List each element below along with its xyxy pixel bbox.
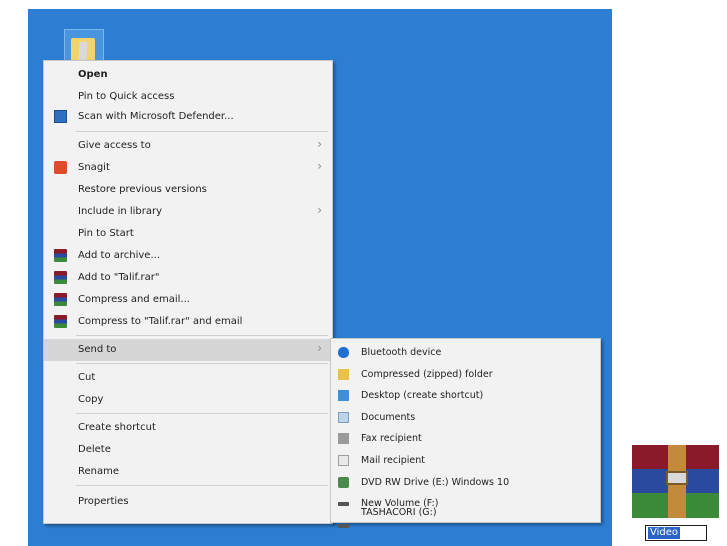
fax-icon: [338, 433, 349, 445]
documents-icon: [338, 411, 349, 423]
send-to-submenu: Bluetooth device Compressed (zipped) fol…: [330, 338, 601, 528]
menu-item-restore-versions[interactable]: Restore previous versions: [44, 179, 332, 201]
menu-item-label: Pin to Quick access: [78, 91, 175, 102]
send-to-bluetooth[interactable]: Bluetooth device: [331, 342, 600, 364]
menu-item-label: Add to archive...: [78, 250, 160, 261]
menu-item-label: Delete: [78, 444, 111, 455]
menu-item-label: Send to: [78, 344, 117, 355]
send-to-desktop[interactable]: Desktop (create shortcut): [331, 385, 600, 407]
menu-item-label: Restore previous versions: [78, 184, 207, 195]
menu-item-pin-quick-access[interactable]: Pin to Quick access: [44, 86, 332, 108]
send-to-zip[interactable]: Compressed (zipped) folder: [331, 364, 600, 386]
menu-item-create-shortcut[interactable]: Create shortcut: [44, 417, 332, 439]
send-to-documents[interactable]: Documents: [331, 407, 600, 429]
menu-item-label: Copy: [78, 394, 104, 405]
mail-icon: [338, 455, 349, 466]
submenu-item-label: Desktop (create shortcut): [361, 390, 484, 402]
zip-folder-icon: [338, 368, 349, 380]
snagit-icon: [54, 161, 67, 174]
send-to-tashacori[interactable]: TASHACORI (G:): [331, 507, 600, 528]
winrar-icon: [54, 293, 67, 306]
menu-item-compress-rar-email[interactable]: Compress to "Talif.rar" and email: [44, 311, 332, 333]
menu-item-label: Rename: [78, 466, 120, 477]
menu-item-open[interactable]: Open: [44, 64, 332, 86]
menu-item-label: Open: [78, 69, 108, 80]
submenu-item-label: Compressed (zipped) folder: [361, 368, 493, 380]
context-menu: Open Pin to Quick access Scan with Micro…: [43, 60, 333, 524]
menu-item-snagit[interactable]: Snagit ›: [44, 157, 332, 179]
menu-item-label: Compress to "Talif.rar" and email: [78, 316, 243, 327]
rename-selected-text: Video: [648, 527, 681, 539]
submenu-item-label: Fax recipient: [361, 433, 422, 445]
menu-item-label: Cut: [78, 372, 96, 383]
chevron-right-icon: ›: [317, 159, 322, 173]
rename-input[interactable]: Video: [645, 525, 707, 541]
defender-icon: [54, 110, 67, 123]
menu-item-label: Create shortcut: [78, 422, 156, 433]
menu-item-cut[interactable]: Cut: [44, 367, 332, 389]
menu-separator: [76, 131, 328, 132]
menu-separator: [76, 485, 328, 486]
menu-item-copy[interactable]: Copy: [44, 389, 332, 411]
menu-item-label: Give access to: [78, 140, 151, 151]
send-to-dvd[interactable]: DVD RW Drive (E:) Windows 10: [331, 472, 600, 494]
submenu-item-label: Mail recipient: [361, 455, 425, 466]
drive-icon: [338, 523, 349, 528]
menu-item-send-to[interactable]: Send to ›: [44, 339, 332, 361]
chevron-right-icon: ›: [317, 137, 322, 151]
send-to-mail[interactable]: Mail recipient: [331, 450, 600, 472]
drive-icon: [338, 502, 349, 507]
menu-item-include-library[interactable]: Include in library ›: [44, 201, 332, 223]
menu-item-give-access[interactable]: Give access to ›: [44, 135, 332, 157]
menu-separator: [76, 413, 328, 414]
menu-separator: [76, 335, 328, 336]
chevron-right-icon: ›: [317, 341, 322, 355]
chevron-right-icon: ›: [317, 203, 322, 217]
winrar-file[interactable]: Video: [632, 445, 719, 543]
submenu-item-label: Bluetooth device: [361, 347, 442, 358]
menu-item-pin-start[interactable]: Pin to Start: [44, 223, 332, 245]
winrar-archive-icon: [632, 445, 719, 518]
winrar-icon: [54, 271, 67, 284]
bluetooth-icon: [338, 347, 349, 358]
winrar-icon: [54, 249, 67, 262]
desktop-icon: [338, 390, 349, 402]
menu-item-label: Add to "Talif.rar": [78, 272, 160, 283]
menu-item-label: Scan with Microsoft Defender...: [78, 111, 234, 122]
menu-item-scan-defender[interactable]: Scan with Microsoft Defender...: [44, 106, 332, 128]
winrar-icon: [54, 315, 67, 328]
submenu-item-label: Documents: [361, 411, 416, 423]
menu-item-rename[interactable]: Rename: [44, 461, 332, 483]
menu-item-label: Properties: [78, 496, 129, 507]
menu-item-label: Snagit: [78, 162, 110, 173]
menu-item-add-archive[interactable]: Add to archive...: [44, 245, 332, 267]
menu-item-add-to-rar[interactable]: Add to "Talif.rar": [44, 267, 332, 289]
menu-item-delete[interactable]: Delete: [44, 439, 332, 461]
submenu-item-label: TASHACORI (G:): [361, 506, 437, 518]
menu-item-properties[interactable]: Properties: [44, 491, 332, 513]
menu-item-label: Compress and email...: [78, 294, 190, 305]
send-to-fax[interactable]: Fax recipient: [331, 428, 600, 450]
dvd-drive-icon: [338, 476, 349, 488]
menu-item-label: Pin to Start: [78, 228, 134, 239]
menu-item-label: Include in library: [78, 206, 163, 217]
menu-item-compress-email[interactable]: Compress and email...: [44, 289, 332, 311]
submenu-item-label: DVD RW Drive (E:) Windows 10: [361, 476, 510, 488]
menu-separator: [76, 363, 328, 364]
